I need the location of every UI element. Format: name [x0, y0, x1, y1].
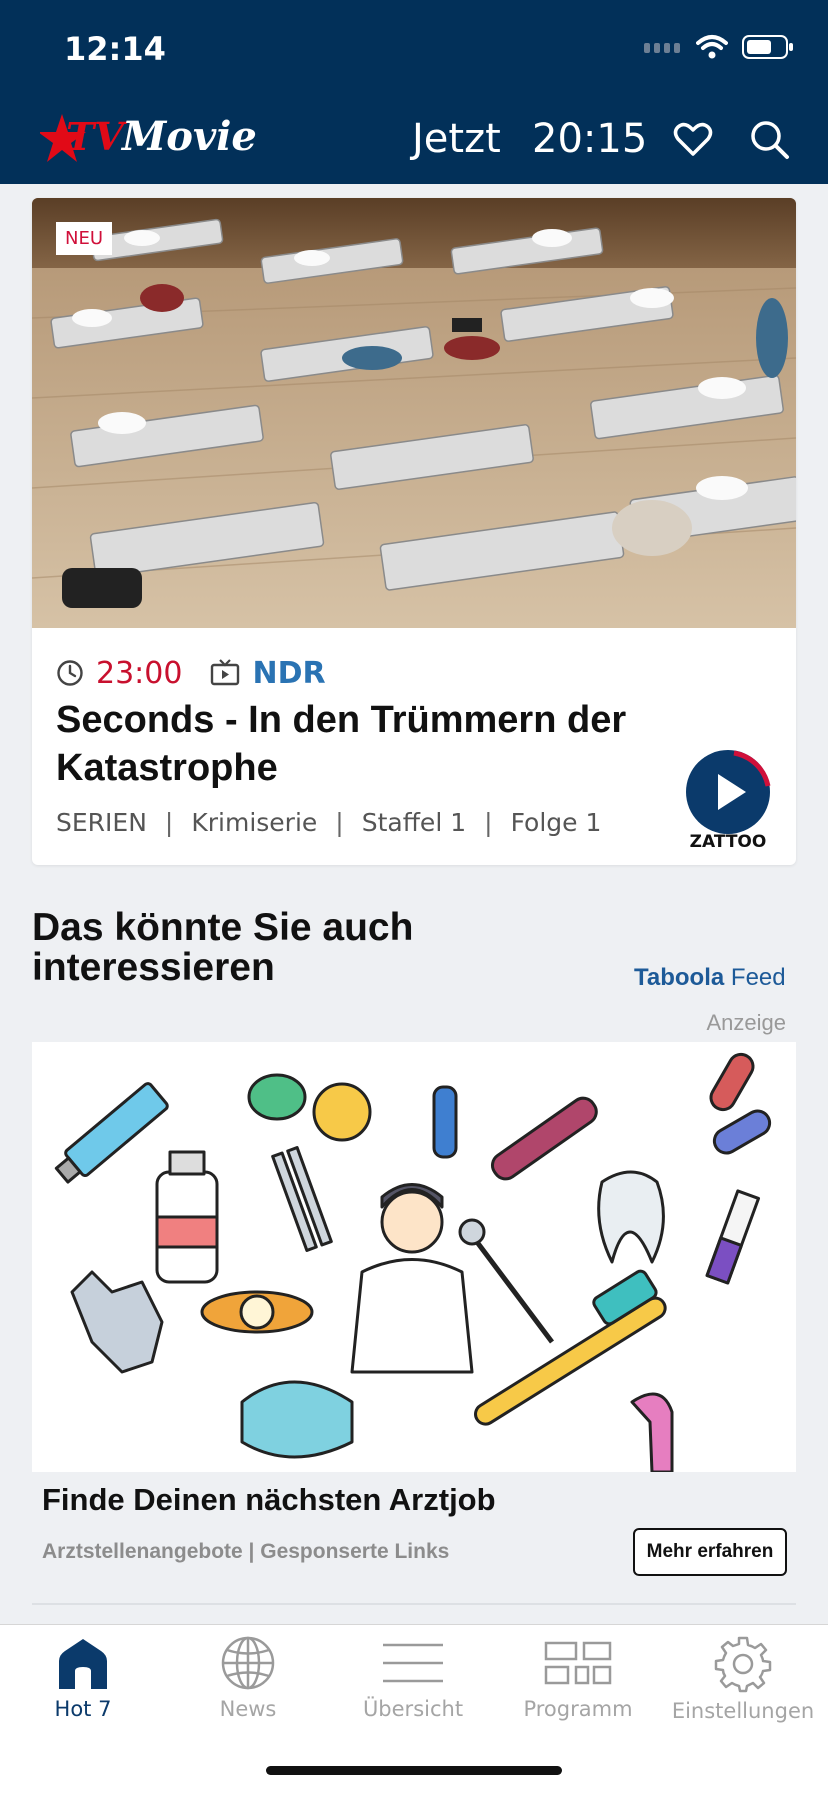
grid-icon: [544, 1641, 612, 1685]
tab-label: Programm: [523, 1697, 633, 1721]
tag-genre: SERIEN: [56, 808, 147, 837]
app-header: 12:14 TV Movie Jetzt 20:15: [0, 0, 828, 184]
tab-overview[interactable]: Übersicht: [330, 1625, 496, 1735]
tag-separator: |: [164, 808, 174, 837]
tag-separator: |: [335, 808, 344, 837]
section-title: Das könnte Sie auch interessieren: [32, 906, 414, 989]
taboola-logo[interactable]: Taboola Feed: [634, 964, 786, 992]
signal-icon: [644, 43, 680, 53]
ad-source: Arztstellenangebote | Gesponserte Links: [42, 1540, 450, 1563]
tab-settings[interactable]: Einstellungen: [660, 1625, 826, 1735]
search-icon[interactable]: [748, 118, 790, 160]
ad-image[interactable]: [32, 1042, 796, 1472]
gear-icon: [714, 1636, 772, 1693]
heart-icon[interactable]: [672, 118, 714, 160]
broadcast-time: 23:00: [96, 655, 183, 691]
tab-label: News: [219, 1697, 277, 1721]
ad-label: Anzeige: [706, 1010, 786, 1035]
status-time: 12:14: [64, 30, 166, 68]
show-tags: SERIEN | Krimiserie | Staffel 1 | Folge …: [56, 808, 601, 837]
divider: [32, 1603, 796, 1605]
tv-movie-logo[interactable]: TV Movie: [40, 104, 270, 172]
wifi-icon: [696, 35, 728, 59]
new-badge: NEU: [56, 222, 113, 255]
tab-hot7[interactable]: Hot 7: [0, 1625, 166, 1735]
list-icon: [383, 1643, 443, 1683]
learn-more-button[interactable]: Mehr erfahren: [633, 1528, 787, 1576]
tag-subgenre: Krimiserie: [191, 808, 318, 837]
zattoo-play-button[interactable]: ZATTOO: [680, 750, 776, 850]
home-indicator[interactable]: [266, 1766, 562, 1775]
home-icon: [59, 1639, 107, 1689]
globe-icon: [221, 1636, 275, 1690]
svg-text:Movie: Movie: [120, 113, 257, 160]
tab-program[interactable]: Programm: [495, 1625, 661, 1735]
zattoo-label: ZATTOO: [690, 832, 767, 850]
ad-title[interactable]: Finde Deinen nächsten Arztjob: [42, 1482, 496, 1518]
channel-name: NDR: [252, 655, 326, 691]
tag-separator: |: [484, 808, 493, 837]
svg-text:TV: TV: [66, 114, 127, 159]
tab-news[interactable]: News: [165, 1625, 331, 1735]
nav-primetime[interactable]: 20:15: [532, 116, 647, 162]
tab-label: Einstellungen: [671, 1699, 815, 1723]
taboola-feed: Feed: [730, 964, 786, 991]
tab-label: Übersicht: [362, 1697, 464, 1721]
featured-show-card[interactable]: NEU 23:00 NDR Seconds - In den Trümmern …: [32, 198, 796, 865]
clock-icon: [57, 660, 83, 686]
show-title[interactable]: Seconds - In den Trümmern der Katastroph…: [56, 696, 696, 792]
tag-episode: Folge 1: [510, 808, 602, 837]
tab-label: Hot 7: [54, 1697, 112, 1721]
battery-icon: [742, 35, 793, 59]
taboola-brand: Taboola: [634, 964, 725, 991]
show-image[interactable]: [32, 198, 796, 628]
status-icons: [644, 34, 794, 60]
tag-season: Staffel 1: [361, 808, 467, 837]
tv-icon: [211, 659, 240, 686]
nav-now[interactable]: Jetzt: [412, 116, 501, 162]
show-meta: 23:00 NDR: [56, 652, 326, 694]
